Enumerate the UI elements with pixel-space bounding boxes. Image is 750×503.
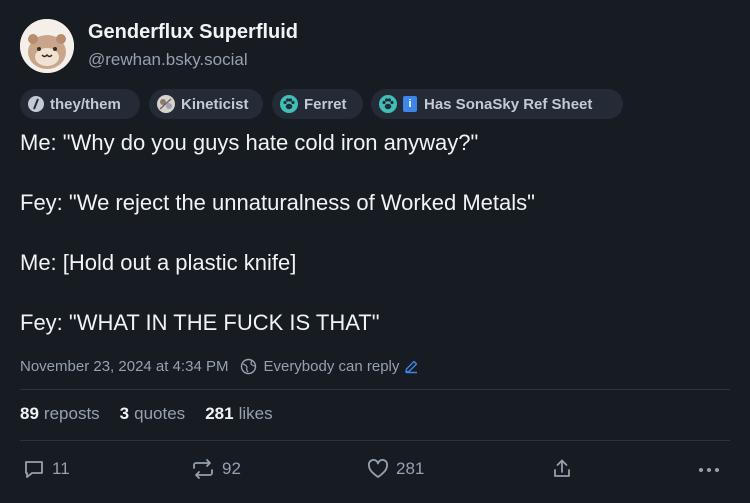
quotes-stat[interactable]: 3 quotes (120, 404, 186, 424)
label-ref-sheet[interactable]: i Has SonaSky Ref Sheet (371, 89, 623, 119)
label-pronouns[interactable]: they/them (20, 89, 140, 119)
display-name[interactable]: Genderflux Superfluid (88, 21, 298, 44)
like-button[interactable]: 281 (366, 454, 424, 484)
post-meta: November 23, 2024 at 4:34 PM Everybody c… (20, 355, 425, 377)
engagement-stats: 89 reposts 3 quotes 281 likes (20, 404, 293, 424)
ellipsis-icon (699, 468, 719, 472)
quotes-label: quotes (134, 404, 186, 423)
label-kineticist[interactable]: Kineticist (149, 89, 263, 119)
avatar[interactable] (20, 19, 74, 73)
globe-icon (241, 358, 257, 374)
paw-icon (379, 95, 397, 113)
label-ferret[interactable]: Ferret (272, 89, 363, 119)
reply-icon (25, 461, 43, 478)
reply-setting[interactable]: Everybody can reply (263, 358, 399, 375)
label-text: Ferret (304, 95, 347, 113)
likes-count: 281 (205, 404, 234, 423)
info-icon: i (403, 96, 417, 112)
paw-icon (280, 95, 298, 113)
more-options-button[interactable] (696, 454, 728, 484)
post-text-line: Fey: "We reject the unnaturalness of Wor… (20, 190, 535, 215)
reply-count: 11 (52, 459, 70, 478)
post-text-line: Me: [Hold out a plastic knife] (20, 250, 297, 275)
reposts-stat[interactable]: 89 reposts (20, 404, 100, 424)
divider (20, 389, 730, 390)
label-text: Has SonaSky Ref Sheet (424, 95, 593, 113)
share-icon (554, 459, 570, 477)
likes-stat[interactable]: 281 likes (205, 404, 272, 424)
like-count: 281 (396, 459, 425, 478)
hamster-avatar-image (20, 19, 74, 73)
post-text-line: Fey: "WHAT IN THE FUCK IS THAT" (20, 310, 380, 335)
likes-label: likes (238, 404, 273, 423)
user-handle[interactable]: @rewhan.bsky.social (88, 50, 248, 70)
divider (20, 440, 730, 441)
share-button[interactable] (550, 454, 580, 484)
timestamp[interactable]: November 23, 2024 at 4:34 PM (20, 358, 228, 375)
label-text: Kineticist (181, 95, 249, 113)
reposts-label: reposts (43, 404, 100, 423)
repost-count: 92 (222, 459, 241, 478)
reply-button[interactable]: 11 (22, 454, 70, 484)
kineticist-icon (157, 95, 175, 113)
reposts-count: 89 (20, 404, 39, 423)
heart-icon (368, 459, 388, 478)
pronoun-icon (28, 96, 44, 112)
quotes-count: 3 (119, 404, 130, 423)
repost-icon (193, 459, 213, 479)
post-text-line: Me: "Why do you guys hate cold iron anyw… (20, 130, 479, 155)
edit-pencil-icon[interactable] (404, 359, 419, 374)
action-bar: 11 92 281 (0, 454, 750, 484)
post-thread: Genderflux Superfluid @rewhan.bsky.socia… (0, 0, 750, 503)
label-text: they/them (50, 95, 121, 113)
repost-button[interactable]: 92 (190, 454, 241, 484)
